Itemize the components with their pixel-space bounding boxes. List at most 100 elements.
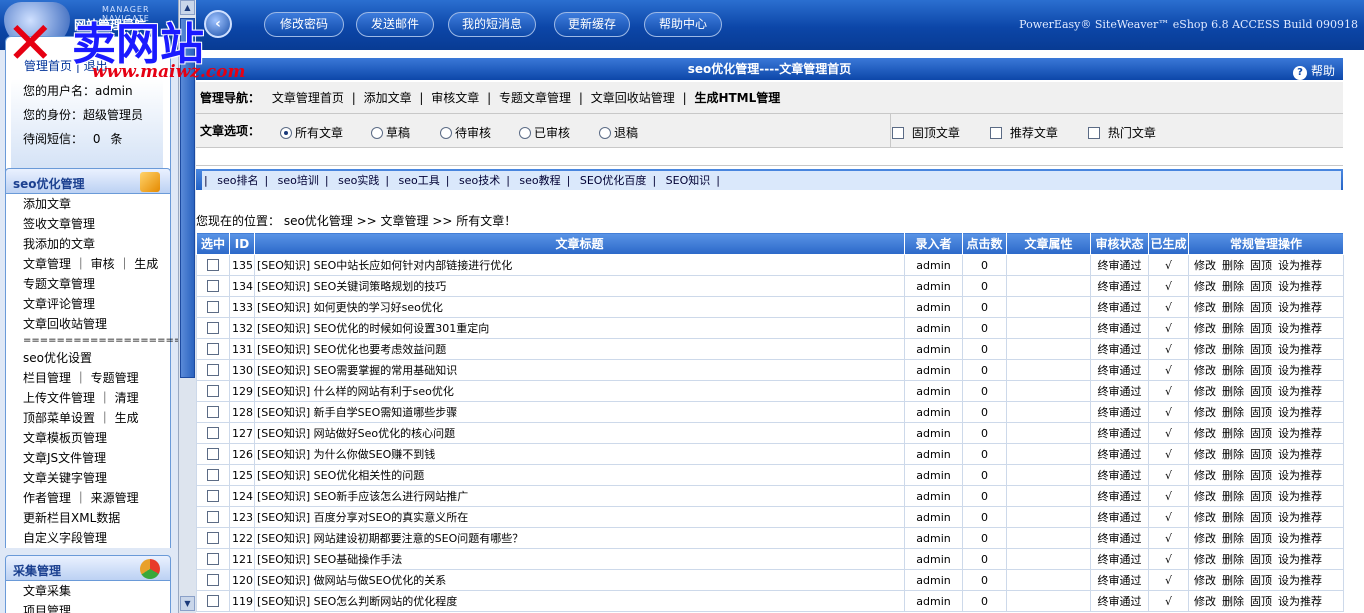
row-select-checkbox[interactable] <box>196 506 230 528</box>
row-action-3[interactable]: 设为推荐 <box>1278 259 1322 272</box>
check-hot[interactable]: 热门文章 <box>1088 124 1156 141</box>
row-action-3[interactable]: 设为推荐 <box>1278 595 1322 608</box>
row-action-0[interactable]: 修改 <box>1194 469 1216 482</box>
row-title-link[interactable]: [SEO知识] 什么样的网站有利于seo优化 <box>254 380 905 402</box>
row-action-1[interactable]: 删除 <box>1222 385 1244 398</box>
sidebar-item[interactable]: 文章采集 <box>6 581 170 601</box>
category-item[interactable]: seo工具 <box>399 174 440 187</box>
row-select-checkbox[interactable] <box>196 338 230 360</box>
radio-drafts[interactable]: 草稿 <box>371 124 410 141</box>
check-recommended[interactable]: 推荐文章 <box>990 124 1058 141</box>
row-action-0[interactable]: 修改 <box>1194 406 1216 419</box>
row-title-link[interactable]: [SEO知识] SEO优化也要考虑效益问题 <box>254 338 905 360</box>
row-title-link[interactable]: [SEO知识] SEO怎么判断网站的优化程度 <box>254 590 905 612</box>
row-action-2[interactable]: 固顶 <box>1250 511 1272 524</box>
category-item[interactable]: seo实践 <box>338 174 379 187</box>
update-cache-button[interactable]: 更新缓存 <box>554 12 630 37</box>
sidebar-item[interactable]: 文章回收站管理 <box>6 314 170 334</box>
row-action-1[interactable]: 删除 <box>1222 322 1244 335</box>
row-action-0[interactable]: 修改 <box>1194 280 1216 293</box>
row-title-link[interactable]: [SEO知识] SEO需要掌握的常用基础知识 <box>254 359 905 381</box>
row-action-3[interactable]: 设为推荐 <box>1278 532 1322 545</box>
row-action-2[interactable]: 固顶 <box>1250 490 1272 503</box>
row-action-1[interactable]: 删除 <box>1222 364 1244 377</box>
row-action-2[interactable]: 固顶 <box>1250 406 1272 419</box>
row-title-link[interactable]: [SEO知识] SEO关键词策略规划的技巧 <box>254 275 905 297</box>
row-action-0[interactable]: 修改 <box>1194 553 1216 566</box>
row-action-1[interactable]: 删除 <box>1222 280 1244 293</box>
row-action-0[interactable]: 修改 <box>1194 448 1216 461</box>
row-action-0[interactable]: 修改 <box>1194 490 1216 503</box>
sidebar-item[interactable]: 文章评论管理 <box>6 294 170 314</box>
row-action-1[interactable]: 删除 <box>1222 343 1244 356</box>
row-action-3[interactable]: 设为推荐 <box>1278 322 1322 335</box>
row-title-link[interactable]: [SEO知识] 网站做好Seo优化的核心问题 <box>254 422 905 444</box>
row-action-0[interactable]: 修改 <box>1194 595 1216 608</box>
row-action-1[interactable]: 删除 <box>1222 427 1244 440</box>
row-select-checkbox[interactable] <box>196 296 230 318</box>
row-title-link[interactable]: [SEO知识] 网站建设初期都要注意的SEO问题有哪些？ <box>254 527 905 549</box>
row-action-3[interactable]: 设为推荐 <box>1278 280 1322 293</box>
sidebar-item[interactable]: 更新栏目XML数据 <box>6 508 170 528</box>
row-action-3[interactable]: 设为推荐 <box>1278 553 1322 566</box>
row-action-2[interactable]: 固顶 <box>1250 469 1272 482</box>
section-collect-header[interactable]: 采集管理 <box>5 555 171 581</box>
row-action-3[interactable]: 设为推荐 <box>1278 469 1322 482</box>
row-action-0[interactable]: 修改 <box>1194 364 1216 377</box>
row-action-2[interactable]: 固顶 <box>1250 301 1272 314</box>
sidebar-item[interactable]: seo优化设置 <box>6 348 170 368</box>
row-action-1[interactable]: 删除 <box>1222 595 1244 608</box>
row-action-2[interactable]: 固顶 <box>1250 385 1272 398</box>
row-title-link[interactable]: [SEO知识] 做网站与做SEO优化的关系 <box>254 569 905 591</box>
row-action-3[interactable]: 设为推荐 <box>1278 343 1322 356</box>
row-action-1[interactable]: 删除 <box>1222 511 1244 524</box>
row-action-3[interactable]: 设为推荐 <box>1278 364 1322 377</box>
sidebar-item[interactable]: 顶部菜单设置 ｜ 生成 <box>6 408 170 428</box>
sidebar-item[interactable]: 文章模板页管理 <box>6 428 170 448</box>
row-action-2[interactable]: 固顶 <box>1250 574 1272 587</box>
row-select-checkbox[interactable] <box>196 401 230 423</box>
row-title-link[interactable]: [SEO知识] SEO基础操作手法 <box>254 548 905 570</box>
sidebar-item[interactable]: 签收文章管理 <box>6 214 170 234</box>
row-action-2[interactable]: 固顶 <box>1250 280 1272 293</box>
nav-item-special-article[interactable]: 专题文章管理 <box>499 91 571 105</box>
nav-item-generate-html[interactable]: 生成HTML管理 <box>694 91 780 105</box>
row-action-3[interactable]: 设为推荐 <box>1278 448 1322 461</box>
sidebar-item[interactable]: 上传文件管理 ｜ 清理 <box>6 388 170 408</box>
sidebar-item[interactable]: 我添加的文章 <box>6 234 170 254</box>
sidebar-item[interactable]: 自定义字段管理 <box>6 528 170 548</box>
row-action-3[interactable]: 设为推荐 <box>1278 406 1322 419</box>
sidebar-item[interactable]: 栏目管理 ｜ 专题管理 <box>6 368 170 388</box>
row-action-2[interactable]: 固顶 <box>1250 427 1272 440</box>
my-messages-button[interactable]: 我的短消息 <box>448 12 536 37</box>
row-action-2[interactable]: 固顶 <box>1250 595 1272 608</box>
row-action-2[interactable]: 固顶 <box>1250 322 1272 335</box>
row-action-3[interactable]: 设为推荐 <box>1278 301 1322 314</box>
row-action-1[interactable]: 删除 <box>1222 553 1244 566</box>
category-item[interactable]: seo技术 <box>459 174 500 187</box>
row-select-checkbox[interactable] <box>196 548 230 570</box>
row-action-1[interactable]: 删除 <box>1222 301 1244 314</box>
row-select-checkbox[interactable] <box>196 527 230 549</box>
help-link[interactable]: ? 帮助 <box>1292 60 1335 82</box>
row-action-3[interactable]: 设为推荐 <box>1278 490 1322 503</box>
nav-item-review-article[interactable]: 审核文章 <box>431 91 479 105</box>
row-select-checkbox[interactable] <box>196 254 230 276</box>
row-action-0[interactable]: 修改 <box>1194 385 1216 398</box>
row-select-checkbox[interactable] <box>196 569 230 591</box>
sidebar-scrollbar[interactable]: ▲ ▼ <box>178 0 196 613</box>
row-action-0[interactable]: 修改 <box>1194 259 1216 272</box>
row-action-1[interactable]: 删除 <box>1222 532 1244 545</box>
row-action-1[interactable]: 删除 <box>1222 406 1244 419</box>
nav-item-article-home[interactable]: 文章管理首页 <box>272 91 344 105</box>
category-item[interactable]: seo培训 <box>278 174 319 187</box>
category-item[interactable]: seo教程 <box>519 174 560 187</box>
send-mail-button[interactable]: 发送邮件 <box>356 12 434 37</box>
scroll-down-icon[interactable]: ▼ <box>180 596 195 611</box>
row-action-0[interactable]: 修改 <box>1194 574 1216 587</box>
row-action-2[interactable]: 固顶 <box>1250 553 1272 566</box>
row-action-2[interactable]: 固顶 <box>1250 259 1272 272</box>
row-action-1[interactable]: 删除 <box>1222 448 1244 461</box>
row-action-1[interactable]: 删除 <box>1222 490 1244 503</box>
sidebar-item[interactable]: 文章管理 ｜ 审核 ｜ 生成 <box>6 254 170 274</box>
